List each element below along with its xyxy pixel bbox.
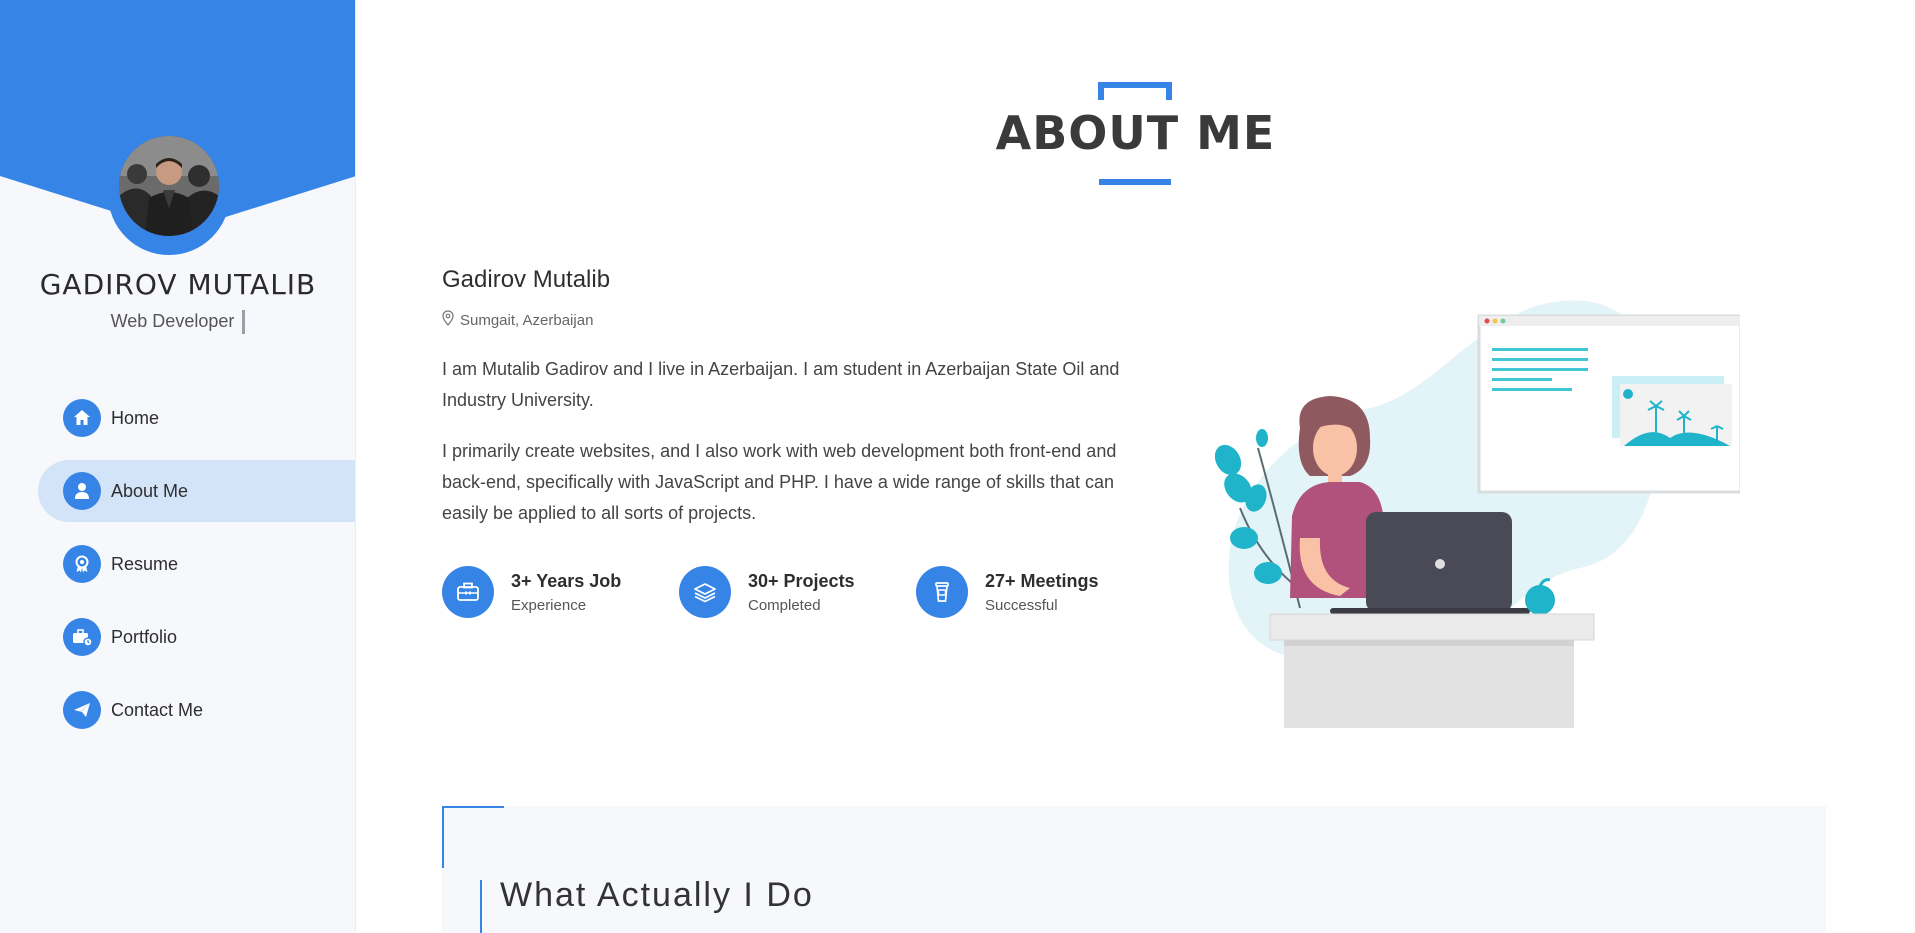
stat-subtitle: Experience bbox=[511, 596, 587, 614]
stat-title: 30+ Projects bbox=[748, 570, 855, 591]
stat-item-projects: 30+ Projects Completed bbox=[679, 566, 916, 618]
services-corner-left bbox=[442, 806, 444, 868]
stat-subtitle: Successful bbox=[985, 596, 1058, 614]
about-location: Sumgait, Azerbaijan bbox=[442, 310, 593, 330]
developer-illustration bbox=[1214, 300, 1740, 728]
profile-role-text: Web Developer bbox=[110, 310, 235, 331]
home-icon bbox=[63, 399, 101, 437]
stat-item-experience: 3+ Years Job Experience bbox=[442, 566, 679, 618]
services-title: What Actually I Do bbox=[500, 876, 814, 914]
services-corner-top bbox=[442, 806, 504, 808]
about-name: Gadirov Mutalib bbox=[442, 266, 611, 293]
avatar bbox=[119, 136, 219, 236]
nav-item-portfolio[interactable]: Portfolio bbox=[38, 606, 355, 668]
nav-label-home: Home bbox=[111, 407, 160, 428]
stat-title: 27+ Meetings bbox=[985, 570, 1099, 591]
main-nav: Home About Me Resume Portfolio Contact M… bbox=[38, 387, 355, 752]
nav-item-resume[interactable]: Resume bbox=[38, 533, 355, 595]
nav-label-portfolio: Portfolio bbox=[111, 626, 178, 647]
layers-icon bbox=[679, 566, 731, 618]
location-text: Sumgait, Azerbaijan bbox=[460, 311, 594, 329]
profile-name: GADIROV MUTALIB bbox=[39, 268, 317, 301]
services-title-accent bbox=[480, 880, 482, 933]
coffee-cup-icon bbox=[916, 566, 968, 618]
sidebar: GADIROV MUTALIB Web Developer Home About… bbox=[0, 0, 356, 933]
briefcase-icon bbox=[442, 566, 494, 618]
user-icon bbox=[63, 472, 101, 510]
typing-cursor bbox=[242, 310, 246, 334]
nav-item-contact-me[interactable]: Contact Me bbox=[38, 679, 355, 741]
main-content: ABOUT ME Gadirov Mutalib Sumgait, Azerba… bbox=[356, 0, 1915, 933]
page-title: ABOUT ME bbox=[995, 106, 1276, 160]
award-icon bbox=[63, 545, 101, 583]
paper-plane-icon bbox=[63, 691, 101, 729]
nav-label-resume: Resume bbox=[111, 553, 179, 574]
about-paragraph-2: I primarily create websites, and I also … bbox=[442, 441, 1117, 523]
title-bracket-top bbox=[1098, 82, 1172, 100]
briefcase-icon bbox=[63, 618, 101, 656]
nav-item-about-me[interactable]: About Me bbox=[38, 460, 355, 522]
stat-subtitle: Completed bbox=[748, 596, 821, 614]
stats-row: 3+ Years Job Experience 30+ Projects Com… bbox=[442, 566, 1153, 618]
stat-item-meetings: 27+ Meetings Successful bbox=[916, 566, 1153, 618]
title-underline bbox=[1099, 179, 1171, 185]
nav-label-about-me: About Me bbox=[111, 480, 189, 501]
profile-role: Web Developer bbox=[0, 310, 355, 334]
nav-label-contact-me: Contact Me bbox=[111, 699, 204, 720]
about-paragraph-1: I am Mutalib Gadirov and I live in Azerb… bbox=[442, 359, 1120, 410]
nav-item-home[interactable]: Home bbox=[38, 387, 355, 449]
stat-title: 3+ Years Job bbox=[511, 570, 622, 591]
location-pin-icon bbox=[442, 310, 454, 330]
